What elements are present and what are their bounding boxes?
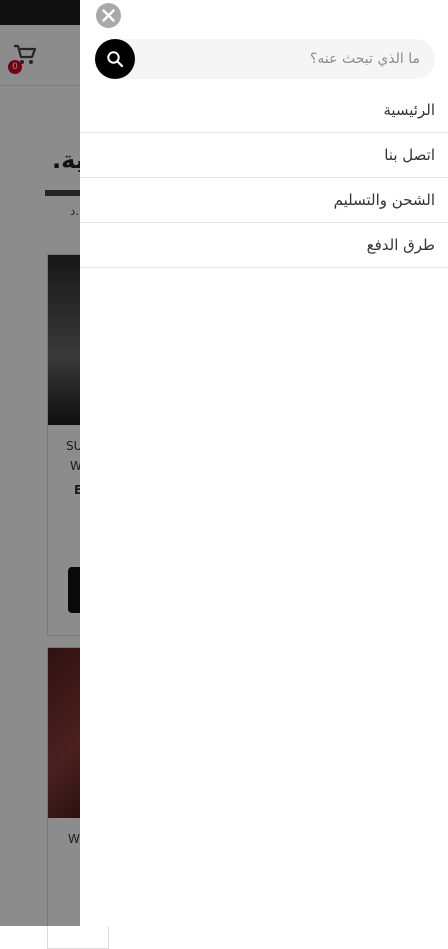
drawer-menu: الرئيسية اتصل بنا الشحن والتسليم طرق الد… [80,88,448,268]
close-button[interactable] [96,3,121,28]
menu-item-payment[interactable]: طرق الدفع [80,223,448,268]
search-bar [95,39,435,79]
close-icon [102,9,115,22]
search-icon [107,51,124,68]
menu-item-shipping[interactable]: الشحن والتسليم [80,178,448,223]
side-drawer: الرئيسية اتصل بنا الشحن والتسليم طرق الد… [80,0,448,926]
search-input[interactable] [150,39,420,79]
menu-item-home[interactable]: الرئيسية [80,88,448,133]
menu-item-contact[interactable]: اتصل بنا [80,133,448,178]
search-button[interactable] [95,39,135,79]
